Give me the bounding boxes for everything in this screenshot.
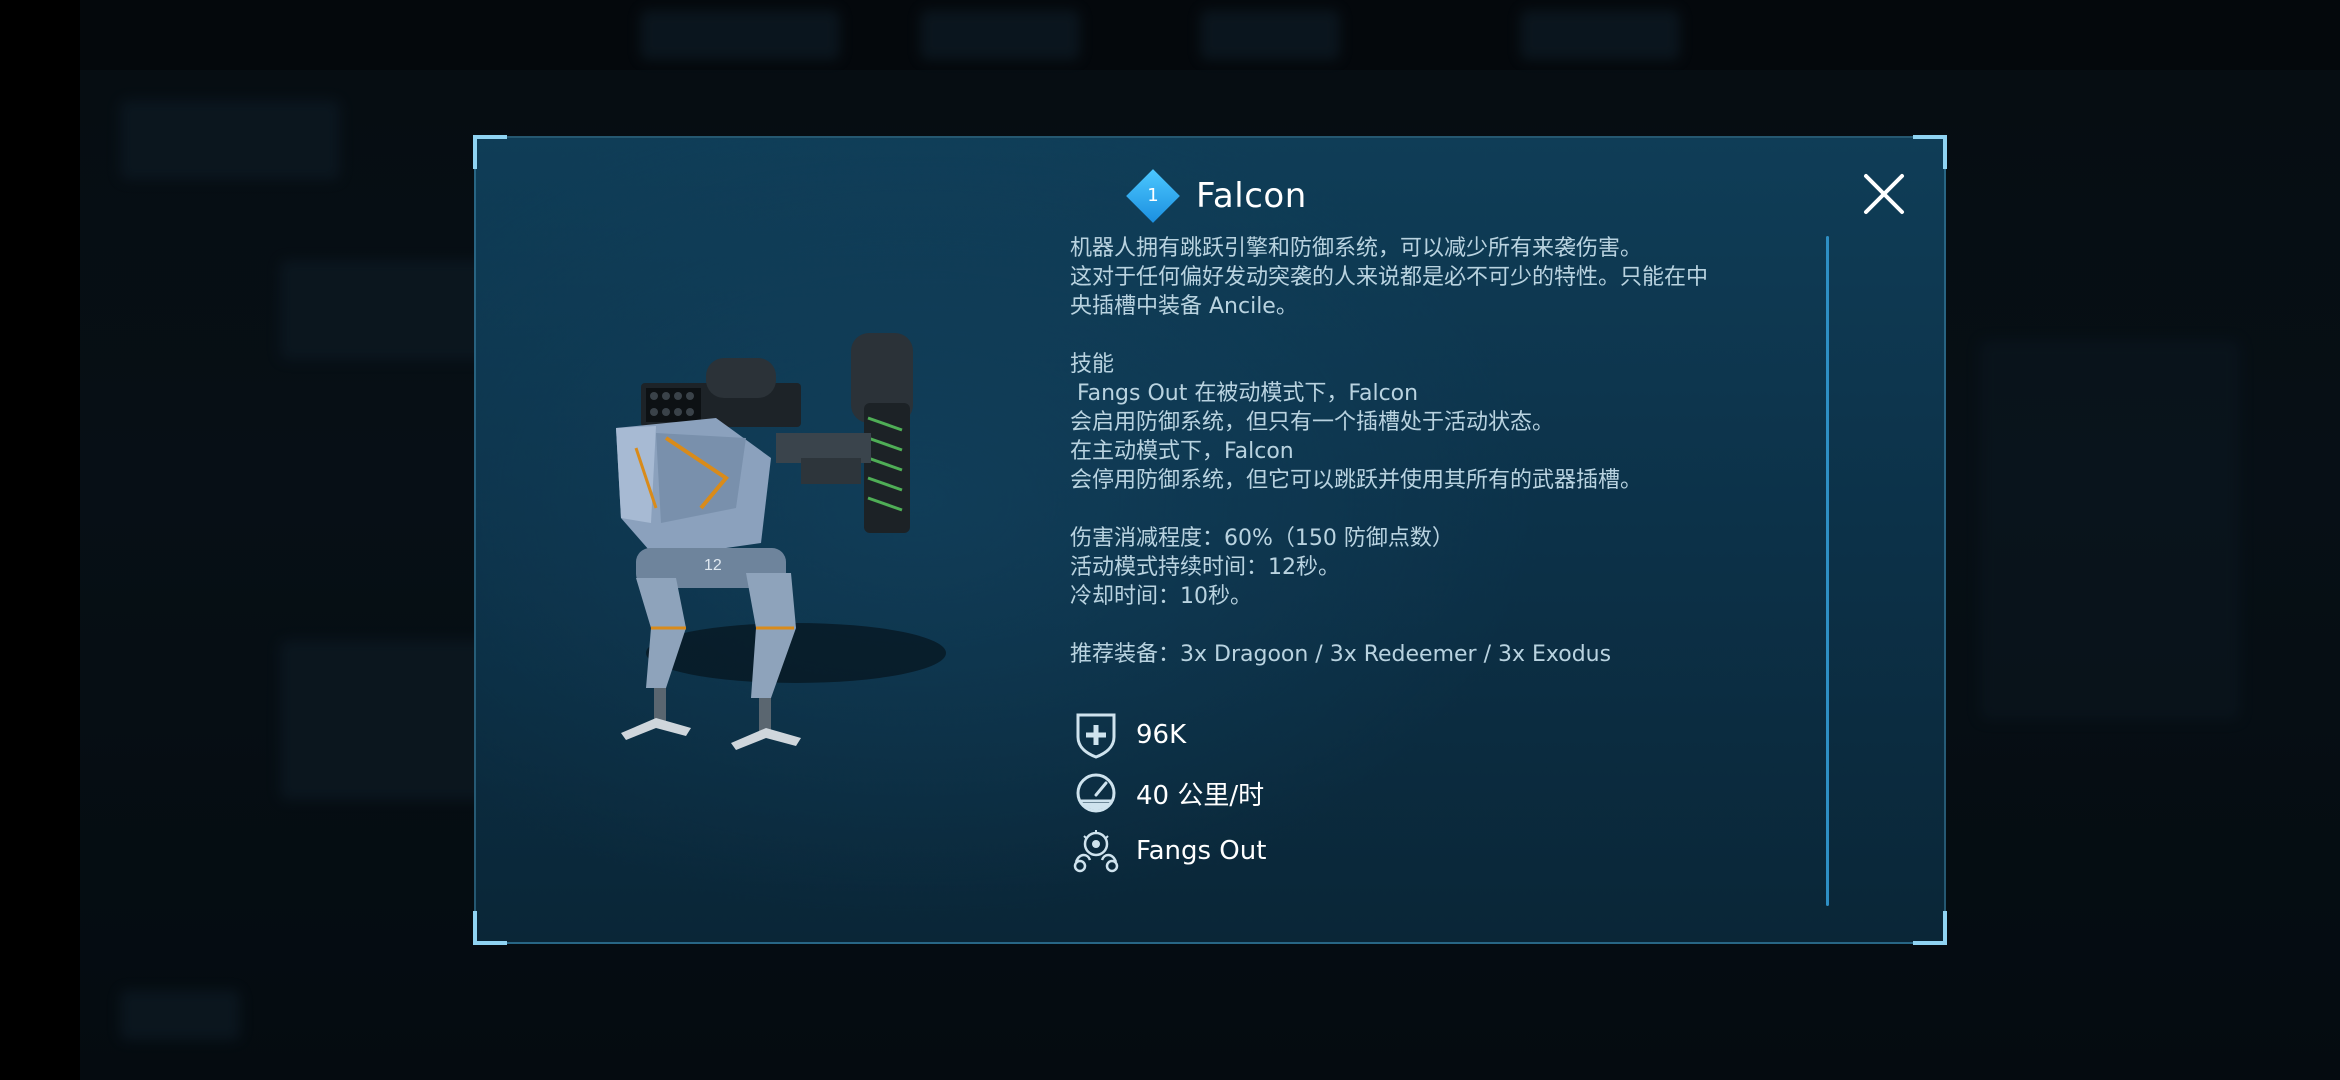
- frame-corner: [473, 135, 507, 169]
- rank-badge: 1: [1126, 169, 1180, 223]
- close-icon: [1864, 174, 1904, 214]
- robot-info-dialog: 1 Falcon 12 机器人拥有跳跃引擎和防御系统，可以减少所有来袭伤害。 这…: [473, 135, 1947, 945]
- health-value: 96K: [1136, 720, 1187, 750]
- close-button[interactable]: [1858, 168, 1910, 220]
- frame-corner: [1913, 135, 1947, 169]
- ability-icon: [1073, 830, 1119, 873]
- stat-ability: Fangs Out: [1070, 822, 1266, 880]
- robot-model-image: 12: [616, 333, 946, 750]
- robot-name: Falcon: [1196, 176, 1307, 216]
- description-scrollbar[interactable]: [1826, 236, 1829, 906]
- svg-text:12: 12: [704, 557, 722, 574]
- stat-health: 96K: [1070, 706, 1266, 764]
- ability-name: Fangs Out: [1136, 836, 1267, 866]
- rank-number: 1: [1147, 185, 1159, 206]
- robot-description: 机器人拥有跳跃引擎和防御系统，可以减少所有来袭伤害。 这对于任何偏好发动突袭的人…: [1070, 236, 1709, 667]
- shield-plus-icon: [1076, 713, 1116, 759]
- dialog-header: 1 Falcon: [1126, 166, 1307, 226]
- speedometer-icon: [1076, 773, 1116, 813]
- robot-stats: 96K 40 公里/时 Fangs Out: [1070, 706, 1266, 880]
- stat-speed: 40 公里/时: [1070, 764, 1266, 822]
- speed-value: 40 公里/时: [1136, 780, 1265, 811]
- frame-corner: [473, 911, 507, 945]
- frame-corner: [1913, 911, 1947, 945]
